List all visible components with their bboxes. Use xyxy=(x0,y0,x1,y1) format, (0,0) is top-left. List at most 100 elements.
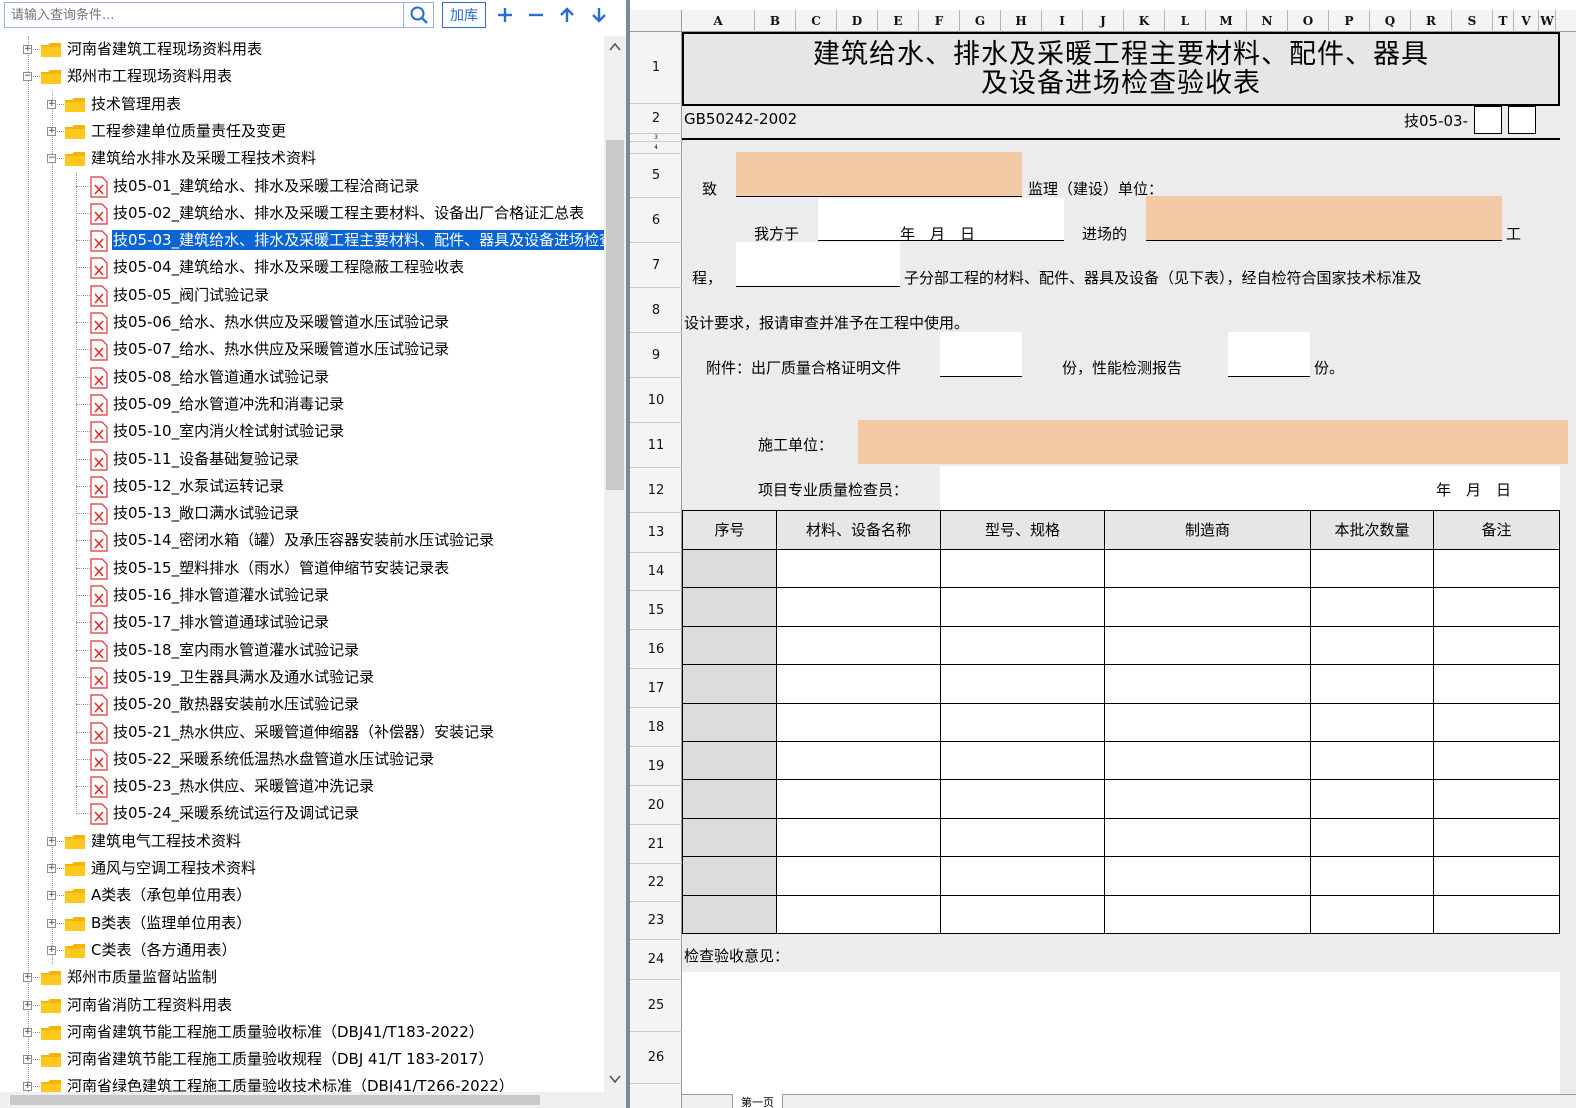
table-cell[interactable] xyxy=(1105,857,1311,896)
row-header[interactable]: 1 xyxy=(630,32,682,104)
table-cell[interactable] xyxy=(1311,665,1434,704)
tree-node[interactable]: 技05-08_给水管道通水试验记录 xyxy=(0,364,604,391)
table-cell[interactable] xyxy=(1105,895,1311,934)
add-button[interactable] xyxy=(492,2,518,28)
tree-node[interactable]: 技05-06_给水、热水供应及采暖管道水压试验记录 xyxy=(0,309,604,336)
column-header[interactable]: J xyxy=(1083,10,1124,32)
table-cell[interactable] xyxy=(1105,550,1311,589)
search-button[interactable] xyxy=(404,2,434,28)
table-cell[interactable] xyxy=(1311,588,1434,627)
expand-toggle[interactable]: + xyxy=(23,973,32,983)
row-header[interactable]: 25 xyxy=(630,980,682,1032)
tree-node[interactable]: + 建筑电气工程技术资料 xyxy=(0,828,604,855)
tree-hscroll-thumb[interactable] xyxy=(10,1095,540,1105)
tree-node[interactable]: 技05-19_卫生器具满水及通水试验记录 xyxy=(0,664,604,691)
table-cell[interactable] xyxy=(1434,818,1560,858)
column-header[interactable]: B xyxy=(755,10,796,32)
table-cell[interactable] xyxy=(682,818,777,858)
tree-node[interactable]: 技05-22_采暖系统低温热水盘管道水压试验记录 xyxy=(0,746,604,773)
column-header[interactable]: H xyxy=(1001,10,1042,32)
add-library-button[interactable]: 加库 xyxy=(442,2,486,28)
table-cell[interactable] xyxy=(1105,742,1311,781)
table-cell[interactable] xyxy=(777,550,941,589)
row-header[interactable]: 5 xyxy=(630,154,682,198)
table-cell[interactable] xyxy=(1105,818,1311,858)
table-cell[interactable] xyxy=(1311,550,1434,589)
column-header[interactable]: G xyxy=(960,10,1001,32)
tree-node[interactable]: 技05-02_建筑给水、排水及采暖工程主要材料、设备出厂合格证汇总表 xyxy=(0,200,604,227)
row-header[interactable]: 22 xyxy=(630,864,682,902)
tree-node[interactable]: 技05-05_阀门试验记录 xyxy=(0,282,604,309)
row-header[interactable]: 13 xyxy=(630,513,682,553)
column-header[interactable]: V xyxy=(1514,10,1539,32)
expand-toggle[interactable]: + xyxy=(23,1082,32,1092)
form-number-box-2[interactable] xyxy=(1508,106,1536,134)
table-cell[interactable] xyxy=(1105,665,1311,704)
table-cell[interactable] xyxy=(777,818,941,858)
table-cell[interactable] xyxy=(682,588,777,627)
table-cell[interactable] xyxy=(941,780,1105,819)
expand-toggle[interactable]: + xyxy=(47,918,56,928)
column-header[interactable]: E xyxy=(878,10,919,32)
tree-node[interactable]: 技05-15_塑料排水（雨水）管道伸缩节安装记录表 xyxy=(0,555,604,582)
table-cell[interactable] xyxy=(1434,703,1560,742)
column-header[interactable]: Q xyxy=(1370,10,1411,32)
tree-node[interactable]: + 河南省绿色建筑工程施工质量验收技术标准（DBJ41/T266-2022） xyxy=(0,1073,604,1092)
column-header[interactable]: L xyxy=(1165,10,1206,32)
table-cell[interactable] xyxy=(1311,895,1434,934)
tree-node[interactable]: 技05-17_排水管道通球试验记录 xyxy=(0,609,604,636)
expand-toggle[interactable]: + xyxy=(23,1000,32,1010)
row-header[interactable]: 16 xyxy=(630,630,682,669)
table-cell[interactable] xyxy=(941,703,1105,742)
table-cell[interactable] xyxy=(1105,780,1311,819)
tree-node[interactable]: 技05-03_建筑给水、排水及采暖工程主要材料、配件、器具及设备进场检查 xyxy=(0,227,604,254)
tree-node[interactable]: + 河南省消防工程资料用表 xyxy=(0,992,604,1019)
table-cell[interactable] xyxy=(682,742,777,781)
table-cell[interactable] xyxy=(1434,857,1560,896)
table-cell[interactable] xyxy=(1434,550,1560,589)
row-header[interactable]: 9 xyxy=(630,333,682,378)
row-header[interactable]: 23 xyxy=(630,902,682,940)
column-header[interactable]: D xyxy=(837,10,878,32)
column-header[interactable]: O xyxy=(1288,10,1329,32)
row-header[interactable]: 4 xyxy=(630,142,682,154)
row-header[interactable]: 11 xyxy=(630,423,682,468)
table-cell[interactable] xyxy=(682,550,777,589)
row-header[interactable]: 2 xyxy=(630,104,682,134)
row-header[interactable]: 21 xyxy=(630,825,682,864)
table-cell[interactable] xyxy=(1434,742,1560,781)
template-tree[interactable]: + 河南省建筑工程现场资料用表 − 郑州市工程现场资料用表 + 技术管理用表 + 工程参建单位… xyxy=(0,36,604,1092)
tree-node[interactable]: + 郑州市质量监督站监制 xyxy=(0,964,604,991)
tree-node[interactable]: 技05-10_室内消火栓试射试验记录 xyxy=(0,418,604,445)
form-sheet[interactable]: 建筑给水、排水及采暖工程主要材料、配件、器具 及设备进场检查验收表 GB5024… xyxy=(682,32,1576,1108)
column-header[interactable]: A xyxy=(682,10,755,32)
tree-node[interactable]: 技05-23_热水供应、采暖管道冲洗记录 xyxy=(0,773,604,800)
table-cell[interactable] xyxy=(682,857,777,896)
tree-node[interactable]: 技05-16_排水管道灌水试验记录 xyxy=(0,582,604,609)
expand-toggle[interactable]: + xyxy=(47,864,56,873)
table-cell[interactable] xyxy=(1311,742,1434,781)
row-header[interactable]: 10 xyxy=(630,378,682,423)
column-header[interactable]: I xyxy=(1042,10,1083,32)
table-cell[interactable] xyxy=(777,588,941,627)
row-header[interactable]: 3 xyxy=(630,134,682,142)
column-header[interactable]: S xyxy=(1452,10,1493,32)
tree-node[interactable]: + 河南省建筑节能工程施工质量验收规程（DBJ 41/T 183-2017） xyxy=(0,1046,604,1073)
table-cell[interactable] xyxy=(941,818,1105,858)
tree-scroll-thumb[interactable] xyxy=(606,140,624,490)
tree-node[interactable]: + 工程参建单位质量责任及变更 xyxy=(0,118,604,145)
column-header[interactable]: P xyxy=(1329,10,1370,32)
report-copies-input[interactable] xyxy=(1228,332,1310,376)
row-header[interactable]: 8 xyxy=(630,288,682,333)
tree-node[interactable]: 技05-09_给水管道冲洗和消毒记录 xyxy=(0,391,604,418)
sub-work-input[interactable] xyxy=(736,242,900,286)
expand-toggle[interactable]: − xyxy=(23,72,32,82)
tree-node[interactable]: + 河南省建筑节能工程施工质量验收标准（DBJ41/T183-2022） xyxy=(0,1019,604,1046)
expand-toggle[interactable]: + xyxy=(47,99,56,109)
tree-node[interactable]: 技05-24_采暖系统试运行及调试记录 xyxy=(0,800,604,827)
table-cell[interactable] xyxy=(777,665,941,704)
form-number-box-1[interactable] xyxy=(1474,106,1502,134)
table-cell[interactable] xyxy=(682,665,777,704)
tree-node[interactable]: 技05-07_给水、热水供应及采暖管道水压试验记录 xyxy=(0,336,604,363)
supervisor-unit-input[interactable] xyxy=(736,152,1022,196)
